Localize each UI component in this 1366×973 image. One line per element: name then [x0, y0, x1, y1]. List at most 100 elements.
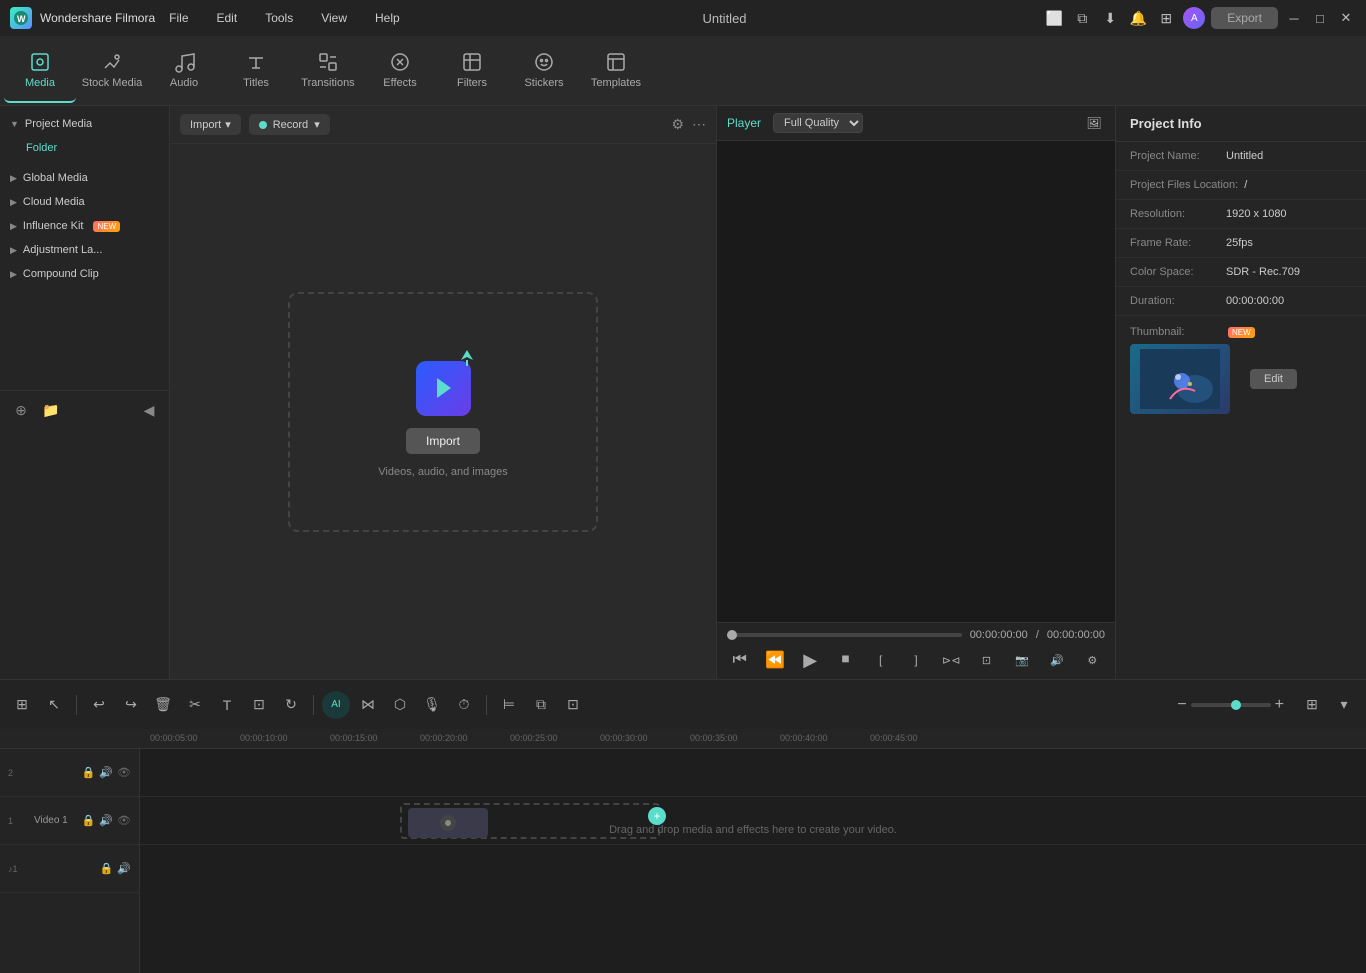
zoom-minus-button[interactable]: − — [1177, 696, 1186, 714]
track-audio-volume-icon[interactable]: 🔊 — [117, 862, 131, 875]
ruler-mark-2: 00:00:10:00 — [240, 733, 288, 743]
progress-thumb[interactable] — [727, 630, 737, 640]
settings-button[interactable]: ⚙ — [1080, 647, 1105, 673]
motion-icon[interactable]: ⋈ — [354, 691, 382, 719]
sidebar-header-global-media[interactable]: ▶ Global Media — [0, 166, 169, 190]
add-folder-icon[interactable]: ⊕ — [10, 399, 32, 421]
track-2-lock-icon[interactable]: 🔒 — [82, 766, 96, 779]
sidebar-header-adjustment-la[interactable]: ▶ Adjustment La... — [0, 238, 169, 262]
close-button[interactable]: ✕ — [1336, 8, 1356, 28]
track-1-content[interactable]: + Drag and drop media and effects here t… — [140, 797, 1366, 845]
monitor-icon[interactable]: ⬜ — [1043, 7, 1065, 29]
zoom-thumb[interactable] — [1231, 700, 1241, 710]
tab-templates[interactable]: Templates — [580, 38, 652, 103]
delete-icon[interactable]: 🗑 — [149, 691, 177, 719]
stop-button[interactable]: ⏹ — [833, 647, 858, 673]
quality-select[interactable]: Full Quality 1/2 Quality 1/4 Quality — [773, 113, 863, 133]
undo-icon[interactable]: ↩ — [85, 691, 113, 719]
avatar-icon[interactable]: A — [1183, 7, 1205, 29]
rotate-icon[interactable]: ↻ — [277, 691, 305, 719]
player-tab[interactable]: Player — [727, 116, 761, 130]
screenshot-icon[interactable]: 🖼 — [1083, 112, 1105, 134]
menu-tools[interactable]: Tools — [259, 7, 299, 29]
more-options-icon[interactable]: ⋯ — [692, 116, 706, 133]
tab-media[interactable]: Media — [4, 38, 76, 103]
more-layout-icon[interactable]: ▾ — [1330, 691, 1358, 719]
track-audio-lock-icon[interactable]: 🔒 — [100, 862, 114, 875]
color-space-label: Color Space: — [1130, 266, 1220, 278]
titlebar-menu: File Edit Tools View Help — [163, 7, 406, 29]
pip-icon[interactable]: ⊡ — [559, 691, 587, 719]
split-audio-icon[interactable]: ⊨ — [495, 691, 523, 719]
mark-in-button[interactable]: [ — [868, 647, 893, 673]
tab-stock-media[interactable]: Stock Media — [76, 38, 148, 103]
record-button[interactable]: Record ▾ — [249, 114, 330, 135]
track-1-lock-icon[interactable]: 🔒 — [82, 814, 96, 827]
new-folder-icon[interactable]: 📁 — [40, 399, 62, 421]
overlay-icon[interactable]: ⧉ — [527, 691, 555, 719]
cut-icon[interactable]: ✂ — [181, 691, 209, 719]
tab-transitions[interactable]: Transitions — [292, 38, 364, 103]
add-clip-button[interactable]: + — [648, 807, 666, 825]
edit-thumbnail-button[interactable]: Edit — [1250, 369, 1297, 389]
track-1-volume-icon[interactable]: 🔊 — [99, 814, 113, 827]
maximize-button[interactable]: □ — [1310, 8, 1330, 28]
volume-button[interactable]: 🔊 — [1044, 647, 1069, 673]
tab-audio[interactable]: Audio — [148, 38, 220, 103]
text-icon[interactable]: T — [213, 691, 241, 719]
collapse-icon[interactable]: ◀ — [138, 399, 160, 421]
copy-icon[interactable]: ⧉ — [1071, 7, 1093, 29]
track-1-visible-icon[interactable]: 👁 — [117, 814, 131, 827]
frame-back-button[interactable]: ⏪ — [762, 647, 787, 673]
mask-icon[interactable]: ⬡ — [386, 691, 414, 719]
menu-help[interactable]: Help — [369, 7, 406, 29]
track-audio-icons: 🔒 🔊 — [100, 862, 131, 875]
insert-button[interactable]: ⊳⊲ — [939, 647, 964, 673]
import-button[interactable]: Import ▾ — [180, 114, 241, 135]
speed-icon[interactable]: ⏱ — [450, 691, 478, 719]
tab-titles[interactable]: Titles — [220, 38, 292, 103]
voice-icon[interactable]: 🎙 — [418, 691, 446, 719]
sidebar-header-cloud-media[interactable]: ▶ Cloud Media — [0, 190, 169, 214]
bell-icon[interactable]: 🔔 — [1127, 7, 1149, 29]
selection-tool-icon[interactable]: ↖ — [40, 691, 68, 719]
progress-track[interactable] — [727, 633, 962, 637]
import-large-button[interactable]: Import — [406, 428, 480, 454]
player-panel: Player Full Quality 1/2 Quality 1/4 Qual… — [716, 106, 1116, 679]
track-audio-content[interactable] — [140, 845, 1366, 893]
redo-icon[interactable]: ↪ — [117, 691, 145, 719]
mark-out-button[interactable]: ] — [903, 647, 928, 673]
track-2-volume-icon[interactable]: 🔊 — [99, 766, 113, 779]
menu-edit[interactable]: Edit — [211, 7, 244, 29]
current-time: 00:00:00:00 — [970, 629, 1028, 641]
zoom-plus-button[interactable]: + — [1275, 696, 1284, 714]
menu-view[interactable]: View — [315, 7, 353, 29]
filter-icon[interactable]: ⚙ — [671, 116, 684, 133]
timeline-view-icon[interactable]: ⊞ — [8, 691, 36, 719]
layout-button[interactable]: ⊞ — [1298, 691, 1326, 719]
skip-back-button[interactable]: ⏮ — [727, 647, 752, 673]
download-icon[interactable]: ⬇ — [1099, 7, 1121, 29]
sidebar-header-influence-kit[interactable]: ▶ Influence Kit NEW — [0, 214, 169, 238]
menu-file[interactable]: File — [163, 7, 194, 29]
tab-stickers[interactable]: Stickers — [508, 38, 580, 103]
crop-icon[interactable]: ⊡ — [245, 691, 273, 719]
export-button[interactable]: Export — [1211, 7, 1278, 29]
track-2-visible-icon[interactable]: 👁 — [117, 766, 131, 779]
zoom-track[interactable] — [1191, 703, 1271, 707]
tab-filters[interactable]: Filters — [436, 38, 508, 103]
track-2-content[interactable] — [140, 749, 1366, 797]
import-drop-zone[interactable]: Import Videos, audio, and images — [288, 292, 598, 532]
sidebar-item-folder[interactable]: Folder — [0, 136, 169, 160]
sidebar-header-compound-clip[interactable]: ▶ Compound Clip — [0, 262, 169, 286]
drag-drop-message: Drag and drop media and effects here to … — [609, 824, 897, 836]
play-button[interactable]: ▶ — [798, 647, 823, 673]
minimize-button[interactable]: ─ — [1284, 8, 1304, 28]
project-files-label: Project Files Location: — [1130, 179, 1238, 191]
ai-icon[interactable]: AI — [322, 691, 350, 719]
sidebar-header-project-media[interactable]: ▼ Project Media — [0, 112, 169, 136]
grid-icon[interactable]: ⊞ — [1155, 7, 1177, 29]
tab-effects[interactable]: Effects — [364, 38, 436, 103]
fullscreen-preview-button[interactable]: ⊡ — [974, 647, 999, 673]
snapshot-button[interactable]: 📷 — [1009, 647, 1034, 673]
